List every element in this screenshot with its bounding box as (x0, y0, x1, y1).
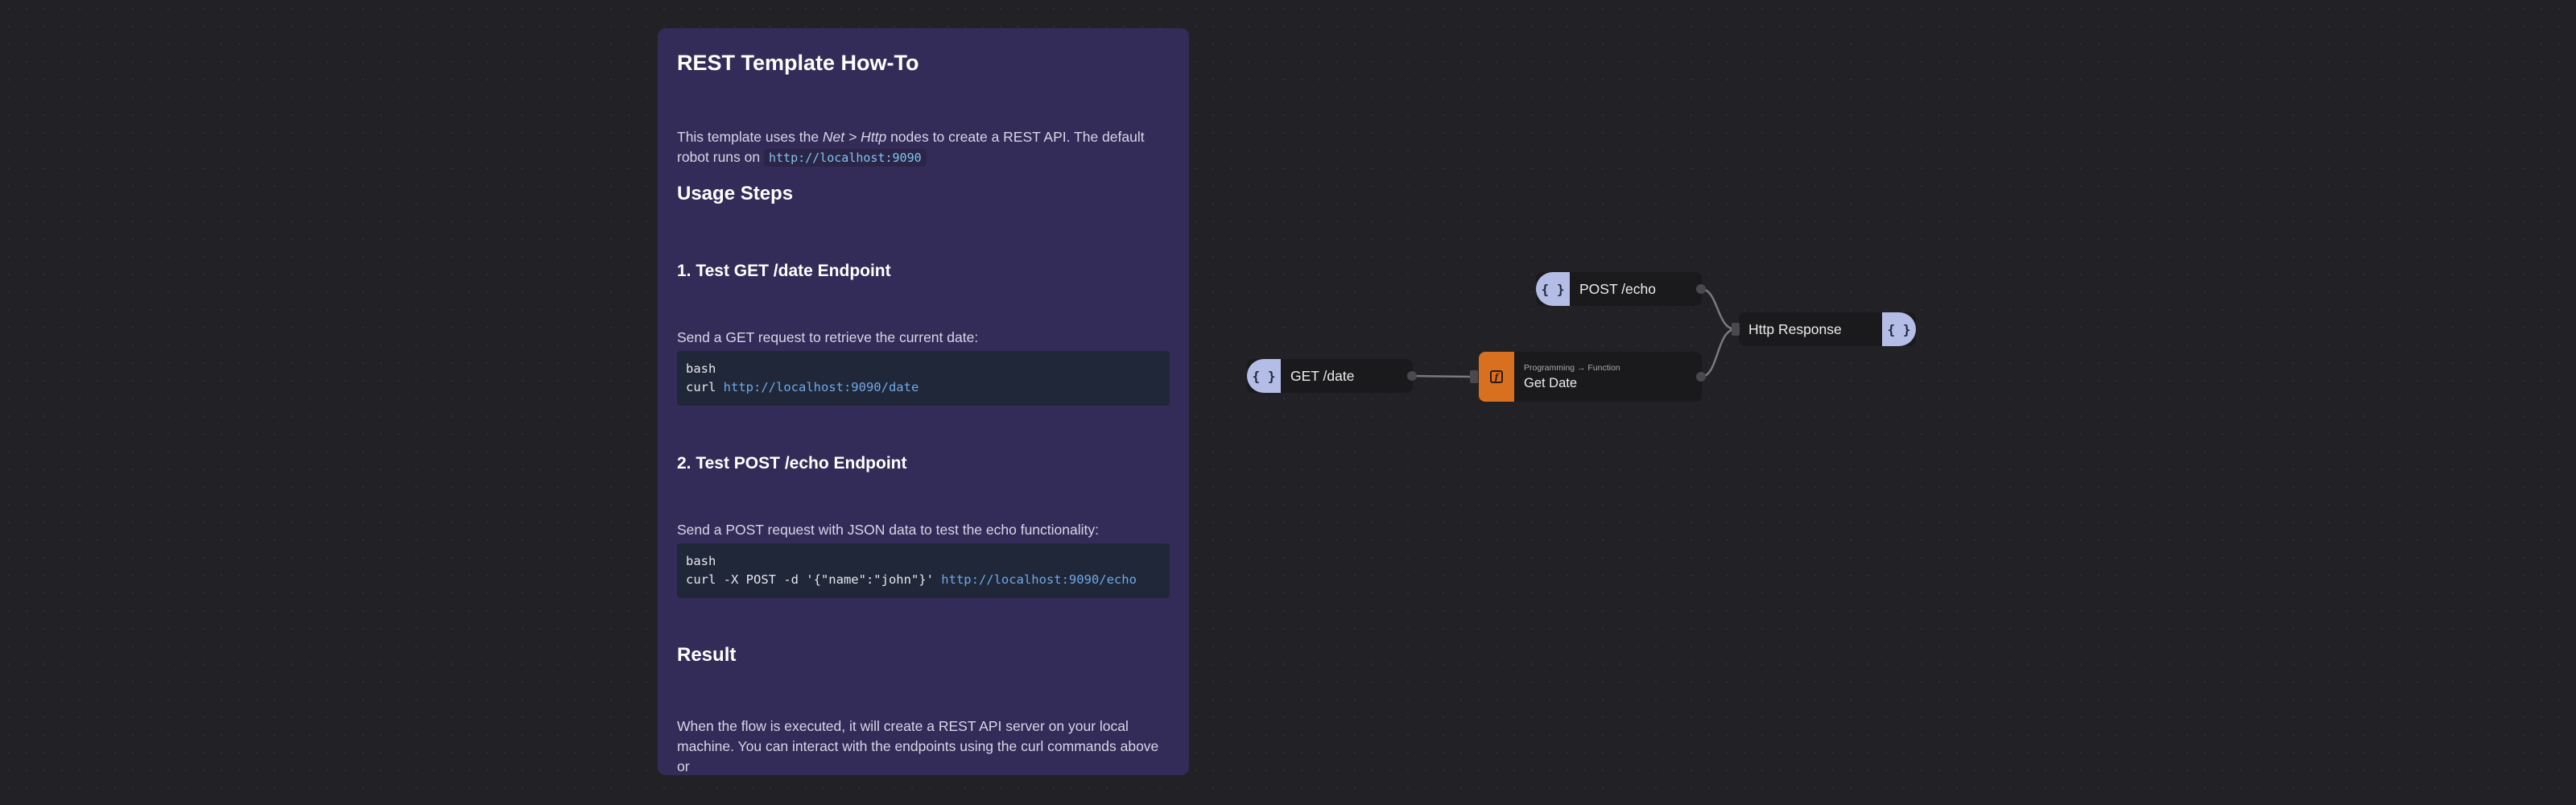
post-echo-label: POST /echo (1579, 280, 1657, 297)
http-response-node[interactable]: Http Response { } (1739, 312, 1916, 346)
connections (1411, 287, 1736, 378)
http-response-input-port[interactable] (1732, 323, 1740, 336)
get-date-label: GET /date (1290, 367, 1355, 384)
edge-get-date-to-function (1411, 374, 1473, 378)
flow-canvas[interactable]: REST Template How-To This template uses … (0, 0, 2576, 805)
braces-icon: { } (1247, 359, 1281, 393)
function-output-port[interactable] (1696, 372, 1706, 382)
http-response-label: Http Response (1748, 320, 1842, 337)
braces-icon: { } (1882, 312, 1916, 346)
function-icon: f (1479, 352, 1514, 402)
function-label: Get Date (1524, 375, 1578, 390)
edge-function-to-response (1700, 328, 1736, 378)
function-breadcrumb: Programming → Function (1524, 362, 1620, 373)
get-date-output-port[interactable] (1407, 371, 1417, 381)
post-echo-output-port[interactable] (1696, 284, 1706, 294)
get-date-node[interactable]: { } GET /date (1247, 359, 1413, 393)
post-echo-node[interactable]: { } POST /echo (1536, 272, 1702, 306)
get-date-function-node[interactable]: f Programming → Function Get Date (1479, 352, 1702, 402)
braces-icon: { } (1536, 272, 1570, 306)
function-input-port[interactable] (1470, 370, 1478, 383)
edge-post-echo-to-response (1700, 287, 1736, 331)
